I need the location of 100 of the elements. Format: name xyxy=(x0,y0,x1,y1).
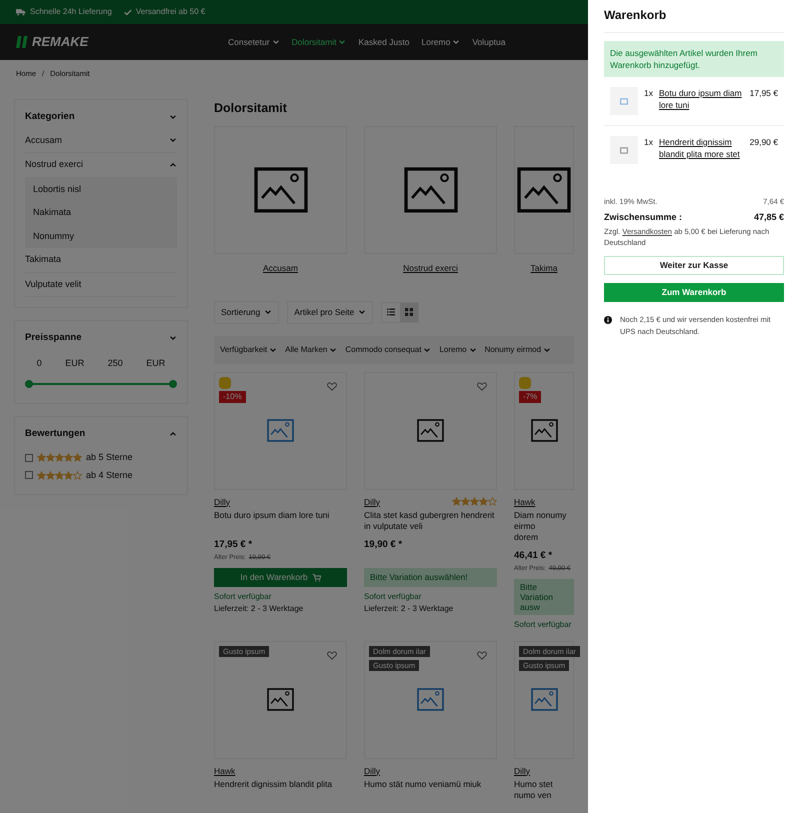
drawer-title: Warenkorb xyxy=(604,6,784,33)
brand-link[interactable]: Dilly xyxy=(514,764,530,778)
chevron-down-icon xyxy=(264,308,272,316)
product-name[interactable]: Humo stet numo ven xyxy=(514,779,574,802)
star-icon xyxy=(479,497,488,506)
star-outline-icon xyxy=(488,497,497,506)
product-name[interactable]: Clita stet kasd gubergren hendrerit in vulputate veli xyxy=(364,510,497,532)
category-link[interactable]: Takima xyxy=(530,262,558,275)
product-name[interactable]: Hendrerit dignissim blandit plita xyxy=(214,779,347,790)
cart-item-quantity: 1x xyxy=(644,136,653,149)
currency-label: EUR xyxy=(146,357,166,370)
slider-handle[interactable] xyxy=(169,380,177,388)
brand-link[interactable]: Hawk xyxy=(514,496,536,508)
heart-icon xyxy=(327,651,337,660)
star-icon xyxy=(37,453,46,462)
categories-header[interactable]: Kategorien xyxy=(25,110,177,124)
cart-item-price: 17,95 € xyxy=(750,87,778,100)
brand-link[interactable]: Dilly xyxy=(364,496,380,508)
star-icon xyxy=(64,470,73,480)
subcategory-item[interactable]: Lobortis nisl xyxy=(33,178,169,201)
category-tile[interactable] xyxy=(364,126,497,254)
min-price: 0 xyxy=(36,357,42,370)
subtotal-value: 47,85 € xyxy=(754,211,784,224)
per-page-dropdown[interactable]: Artikel pro Seite xyxy=(287,300,374,324)
filter-dropdown[interactable]: Verfügbarkeit xyxy=(220,344,278,356)
sort-dropdown[interactable]: Sortierung xyxy=(214,300,280,324)
chevron-down-icon xyxy=(338,38,346,46)
badge-icon xyxy=(519,376,531,388)
brand-link[interactable]: Hawk xyxy=(214,764,236,778)
product-name[interactable]: Humo stät numo veniamü miuk xyxy=(364,779,497,790)
select-variation-button[interactable]: Bitte Variation ausw xyxy=(514,578,574,614)
category-item[interactable]: Takimata xyxy=(25,248,177,272)
filter-dropdown[interactable]: Loremo xyxy=(439,344,477,356)
page-heading: Dolorsitamit xyxy=(214,100,288,118)
image-placeholder-icon xyxy=(517,167,571,213)
ratings-header[interactable]: Bewertungen xyxy=(25,426,177,441)
rating-checkbox[interactable] xyxy=(25,454,33,462)
chevron-down-icon xyxy=(272,38,280,46)
star-icon xyxy=(46,470,55,480)
cart-item-name[interactable]: Botu duro ipsum diam lore tuni xyxy=(658,87,744,115)
cart-item-name[interactable]: Hendrerit dignissim blandit plita more stet xyxy=(658,136,744,164)
category-link[interactable]: Accusam xyxy=(263,262,298,275)
star-icon xyxy=(46,453,55,462)
truck-icon xyxy=(16,8,26,16)
chevron-down-icon xyxy=(468,346,477,354)
category-tile[interactable] xyxy=(214,126,347,254)
category-link[interactable]: Nostrud exerci xyxy=(403,262,458,275)
filter-dropdown[interactable]: Alle Marken xyxy=(285,344,338,356)
max-price: 250 xyxy=(108,357,123,370)
category-item[interactable]: Accusam xyxy=(25,128,177,153)
info-bar-text: Versandfrei ab 50 € xyxy=(136,6,206,18)
chevron-down-icon xyxy=(358,308,366,316)
nav-link[interactable]: Voluptua xyxy=(472,36,506,48)
delivery-time: Lieferzeit: 2 - 3 Werktage xyxy=(364,602,454,614)
grid-view-button[interactable] xyxy=(400,302,418,322)
star-icon xyxy=(73,453,82,462)
chevron-down-icon xyxy=(269,346,278,354)
brand-link[interactable]: Dilly xyxy=(364,764,380,778)
subcategory-item[interactable]: Nakimata xyxy=(33,201,169,224)
logo-text[interactable]: REMAKE xyxy=(32,32,88,52)
nav-link[interactable]: Loremo xyxy=(422,36,460,48)
nav-link[interactable]: Dolorsitamit xyxy=(292,36,346,48)
chevron-down-icon xyxy=(329,346,338,354)
product-name[interactable]: dorem xyxy=(514,532,574,544)
slider-handle[interactable] xyxy=(25,380,33,388)
star-icon xyxy=(452,497,461,506)
product-name[interactable]: Botu duro ipsum diam lore tuni xyxy=(214,510,347,522)
cart-item-quantity: 1x xyxy=(644,87,653,100)
subcategory-item[interactable]: Nonummy xyxy=(33,224,169,248)
availability-text: Sofort verfügbar xyxy=(364,590,422,602)
view-cart-button[interactable]: Zum Warenkorb xyxy=(604,282,784,302)
image-placeholder-icon xyxy=(404,167,458,213)
chevron-down-icon xyxy=(543,346,552,354)
select-variation-button[interactable]: Bitte Variation auswählen! xyxy=(364,568,497,586)
currency-label: EUR xyxy=(65,357,84,370)
category-tile[interactable] xyxy=(514,126,574,254)
chevron-down-icon xyxy=(452,38,460,46)
list-icon xyxy=(387,308,396,316)
check-icon xyxy=(124,8,132,16)
heart-icon xyxy=(477,651,487,660)
subtotal-label: Zwischensumme : xyxy=(604,211,682,224)
nav-link[interactable]: Kasked Justo xyxy=(358,36,410,48)
star-icon xyxy=(470,497,479,506)
product-price: 19,90 € * xyxy=(364,538,404,552)
star-icon xyxy=(37,470,46,480)
rating-checkbox[interactable] xyxy=(25,471,33,480)
nav-link[interactable]: Consetetur xyxy=(228,36,280,48)
price-range-header[interactable]: Preisspanne xyxy=(25,331,177,346)
image-placeholder-icon xyxy=(254,167,308,213)
brand-link[interactable]: Dilly xyxy=(214,496,230,508)
filter-dropdown[interactable]: Nonumy eirmod xyxy=(484,344,552,356)
add-to-cart-button[interactable]: In den Warenkorb xyxy=(214,568,347,586)
discount-badge: -7% xyxy=(519,390,542,402)
filter-dropdown[interactable]: Commodo consequat xyxy=(345,344,432,356)
category-item[interactable]: Vulputate velit xyxy=(25,272,177,297)
info-icon xyxy=(604,316,612,324)
checkout-button[interactable]: Weiter zur Kasse xyxy=(604,256,784,275)
cart-item-price: 29,90 € xyxy=(750,136,778,149)
availability-text: Sofort verfügbar xyxy=(514,618,572,630)
chevron-down-icon xyxy=(169,136,177,144)
